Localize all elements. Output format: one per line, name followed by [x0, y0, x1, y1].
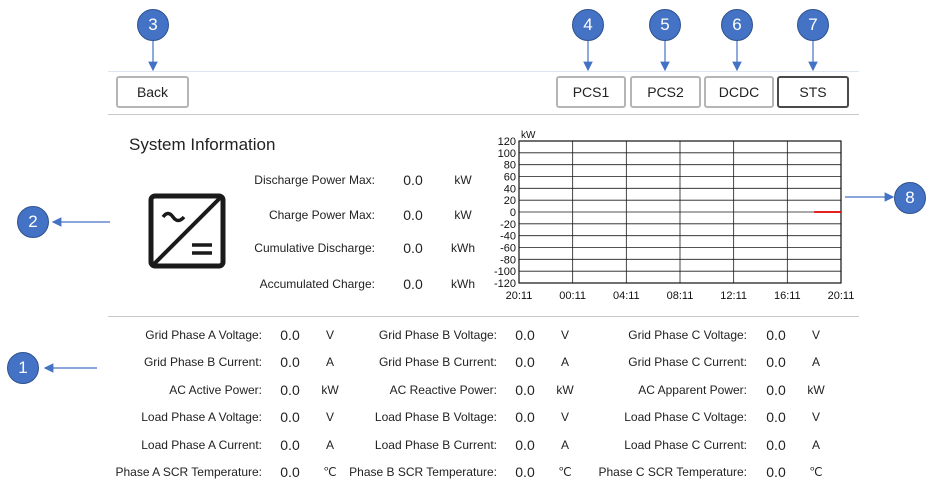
load-phase-c-voltage-label: Load Phase C Voltage: [624, 410, 747, 424]
chart-y-tick-label: -120 [494, 278, 516, 290]
ac-active-power-label: AC Active Power: [169, 383, 262, 397]
discharge-power-max-unit: kW [454, 173, 472, 187]
chart-x-tick-label: 04:11 [613, 290, 640, 302]
chart-y-tick-label: 60 [504, 172, 516, 184]
grid-phase-c-current-value: 0.0 [766, 354, 786, 370]
chart-x-tick-label: 00:11 [559, 290, 586, 302]
grid-phase-b-current-label: Grid Phase B Current: [143, 355, 262, 369]
chart-y-tick-label: 80 [504, 160, 516, 172]
discharge-power-max-label: Discharge Power Max: [254, 173, 375, 187]
inverter-icon [148, 193, 226, 274]
grid-phase-b-current-label: Grid Phase B Current: [378, 355, 497, 369]
chart-x-tick-label: 20:11 [828, 290, 855, 302]
chart-y-tick-label: -20 [500, 219, 516, 231]
grid-phase-c-current-unit: A [811, 355, 820, 369]
phase-c-scr-temperature-label: Phase C SCR Temperature: [598, 465, 747, 479]
phase-c-scr-temperature-value: 0.0 [766, 464, 786, 480]
load-phase-a-current-label: Load Phase A Current: [141, 438, 262, 452]
tab-pcs2[interactable]: PCS2 [630, 76, 701, 108]
load-phase-c-current-value: 0.0 [766, 437, 786, 453]
callout-8: 8 [894, 182, 926, 214]
back-button[interactable]: Back [116, 76, 189, 108]
callout-4: 4 [572, 9, 604, 41]
chart-y-tick-label: 20 [504, 195, 516, 207]
load-phase-b-current-label: Load Phase B Current: [374, 438, 497, 452]
header-top-divider [108, 71, 859, 72]
chart-x-tick-label: 08:11 [667, 290, 694, 302]
ac-apparent-power-value: 0.0 [766, 382, 786, 398]
tab-dcdc[interactable]: DCDC [704, 76, 774, 108]
load-phase-c-voltage-unit: V [811, 410, 820, 424]
load-phase-b-voltage-label: Load Phase B Voltage: [374, 410, 497, 424]
chart-y-tick-label: 0 [510, 207, 516, 219]
chart-y-tick-label: -40 [500, 231, 516, 243]
tab-sts[interactable]: STS [777, 76, 849, 108]
chart-x-tick-label: 16:11 [774, 290, 801, 302]
cumulative-discharge-value: 0.0 [403, 240, 423, 256]
chart-y-tick-label: -60 [500, 243, 516, 255]
grid-phase-c-current-label: Grid Phase C Current: [628, 355, 747, 369]
chart-x-tick-label: 20:11 [506, 290, 533, 302]
load-phase-c-voltage-value: 0.0 [766, 409, 786, 425]
charge-power-max-value: 0.0 [403, 207, 423, 223]
ac-apparent-power-label: AC Apparent Power: [638, 383, 747, 397]
grid-phase-c-voltage-unit: V [811, 328, 820, 342]
chart-y-tick-label: 100 [498, 148, 516, 160]
ac-reactive-power-label: AC Reactive Power: [389, 383, 497, 397]
charge-power-max-unit: kW [454, 208, 472, 222]
phase-a-scr-temperature-label: Phase A SCR Temperature: [115, 465, 262, 479]
callout-5: 5 [649, 9, 681, 41]
chart-y-tick-label: 40 [504, 183, 516, 195]
load-phase-c-current-label: Load Phase C Current: [624, 438, 747, 452]
cumulative-discharge-unit: kWh [451, 241, 475, 255]
callout-6: 6 [721, 9, 753, 41]
callout-7: 7 [797, 9, 829, 41]
callout-3: 3 [137, 9, 169, 41]
chart-y-tick-label: 120 [498, 136, 516, 148]
accumulated-charge-unit: kWh [451, 277, 475, 291]
header-divider [108, 114, 859, 115]
chart-y-axis-label: kW [521, 130, 536, 141]
grid-phase-b-voltage-label: Grid Phase B Voltage: [378, 328, 497, 342]
system-info-title: System Information [129, 135, 276, 154]
phase-b-scr-temperature-label: Phase B SCR Temperature: [349, 465, 497, 479]
load-phase-a-voltage-label: Load Phase A Voltage: [141, 410, 262, 424]
chart-y-tick-label: -80 [500, 254, 516, 266]
grid-phase-c-voltage-label: Grid Phase C Voltage: [628, 328, 747, 342]
accumulated-charge-value: 0.0 [403, 276, 423, 292]
discharge-power-max-value: 0.0 [403, 172, 423, 188]
chart-y-tick-label: -100 [494, 266, 516, 278]
grid-phase-c-voltage-value: 0.0 [766, 327, 786, 343]
grid-phase-a-voltage-label: Grid Phase A Voltage: [145, 328, 262, 342]
power-chart: 120100806040200-20-40-60-80-100-12020:11… [494, 130, 855, 302]
section-divider [108, 316, 859, 317]
phase-c-scr-temperature-unit: ℃ [809, 465, 823, 479]
accumulated-charge-label: Accumulated Charge: [259, 277, 375, 291]
cumulative-discharge-label: Cumulative Discharge: [254, 241, 375, 255]
charge-power-max-label: Charge Power Max: [268, 208, 375, 222]
ac-apparent-power-unit: kW [807, 383, 825, 397]
tab-pcs1[interactable]: PCS1 [556, 76, 626, 108]
load-phase-c-current-unit: A [811, 438, 820, 452]
callout-2: 2 [17, 206, 49, 238]
chart-x-tick-label: 12:11 [720, 290, 747, 302]
